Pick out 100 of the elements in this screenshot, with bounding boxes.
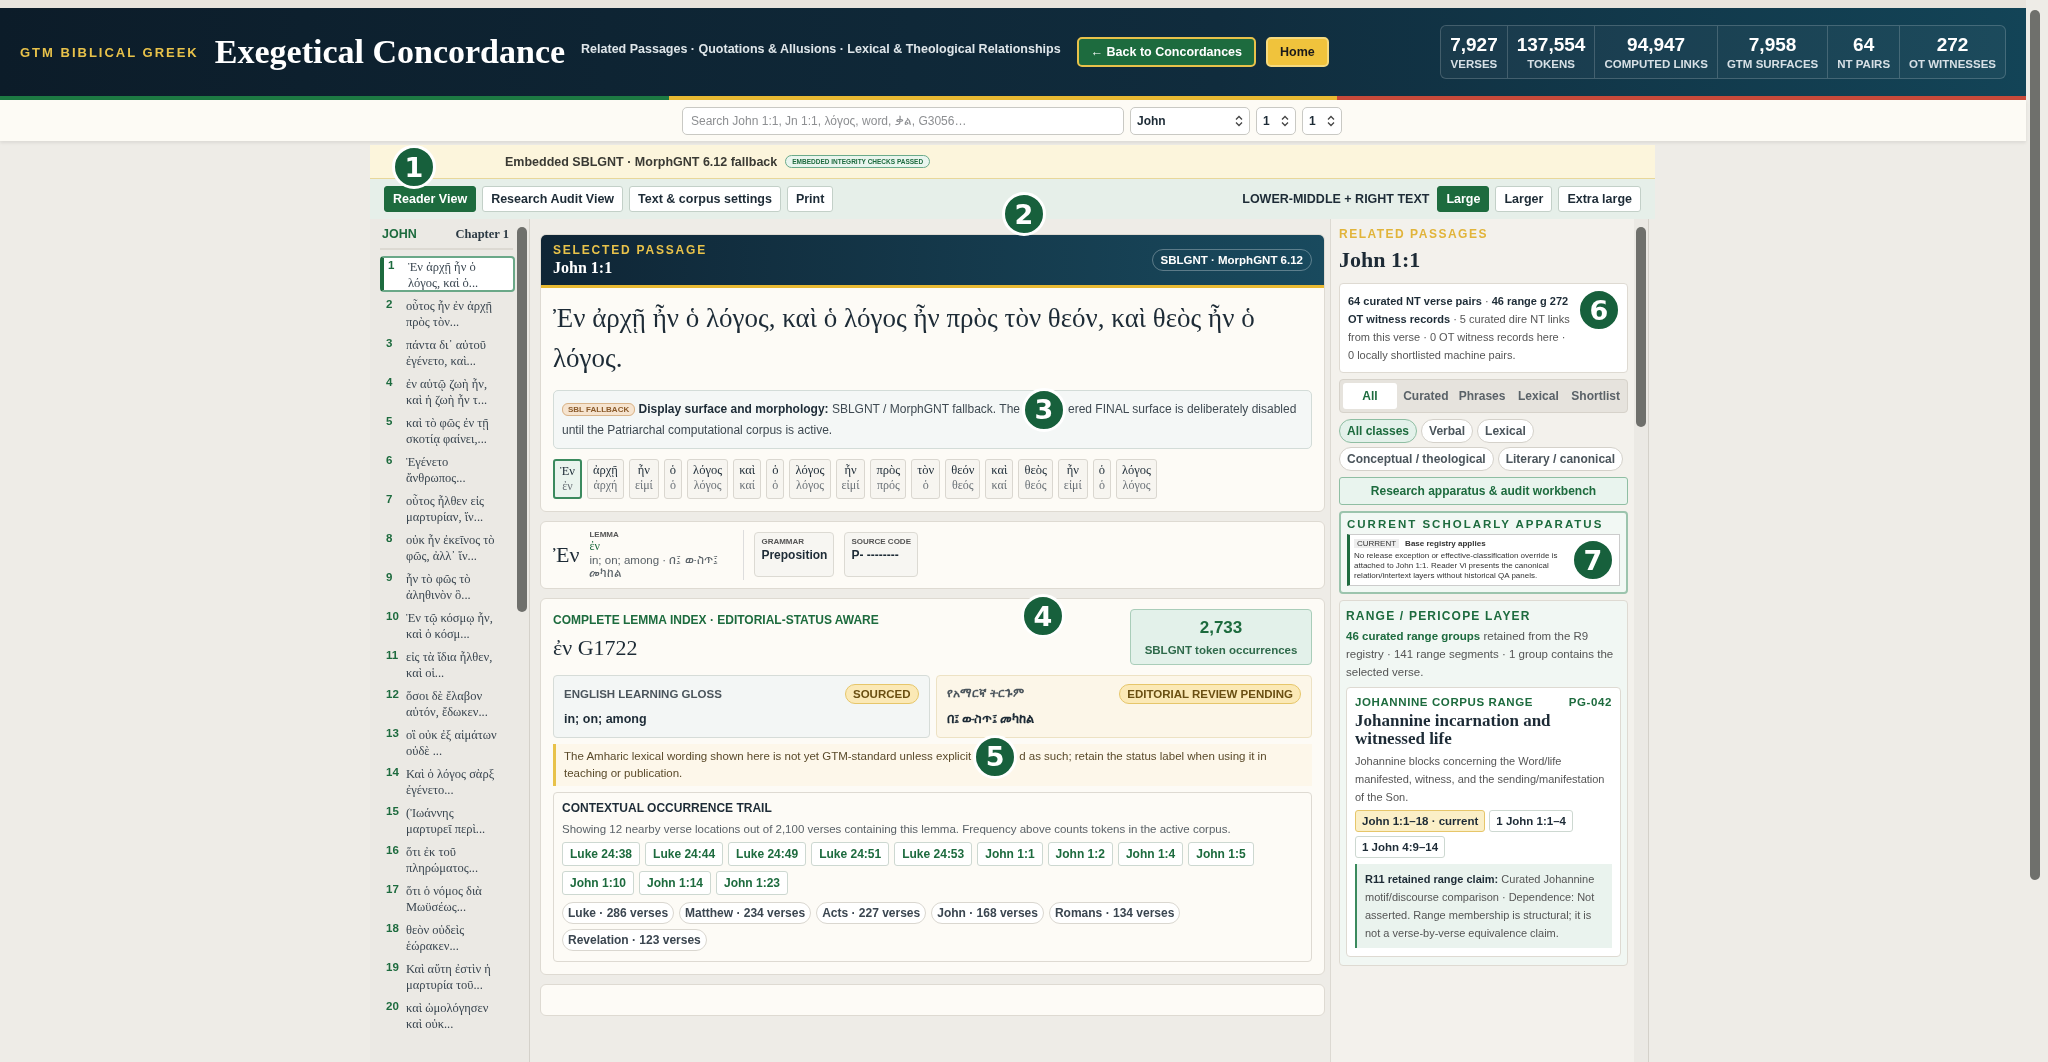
verse-item[interactable]: 14 Καὶ ὁ λόγος σὰρξ ἐγένετο... xyxy=(380,763,515,799)
text-size-button[interactable]: Extra large xyxy=(1558,186,1641,212)
word-token[interactable]: λόγος λόγος xyxy=(789,458,831,499)
stat-value: 272 xyxy=(1936,34,1969,56)
word-token[interactable]: ἦν εἰμί xyxy=(835,458,866,499)
view-tab[interactable]: Research Audit View xyxy=(482,186,624,212)
book-select[interactable]: John xyxy=(1130,106,1250,135)
word-token[interactable]: καὶ καί xyxy=(733,458,762,499)
lemma-caption: LEMMA xyxy=(589,529,620,539)
app-subtitle: Related Passages · Quotations & Allusions · Lexical & Theological Relationships xyxy=(581,42,1061,56)
range-title: RANGE / PERICOPE LAYER xyxy=(1346,609,1532,623)
status-badge: EDITORIAL REVIEW PENDING xyxy=(1119,683,1301,704)
range-chip[interactable]: 1 John 4:9–14 xyxy=(1355,836,1446,858)
verse-item[interactable]: 16 ὅτι ἐκ τοῦ πληρώματος... xyxy=(380,841,515,877)
home-button[interactable]: Home xyxy=(1266,37,1329,67)
verse-link[interactable]: John 1:23 xyxy=(716,870,789,895)
class-chip[interactable]: Verbal xyxy=(1421,419,1474,443)
verse-item[interactable]: 6 Ἐγένετο ἄνθρωπος... xyxy=(380,451,515,487)
verse-item[interactable]: 18 θεὸν οὐδεὶς ἑώρακεν... xyxy=(380,919,515,955)
filter-tab[interactable]: All xyxy=(1343,383,1397,409)
verse-item[interactable]: 8 οὐκ ἦν ἐκεῖνος τὸ φῶς, ἀλλ᾽ ἵν... xyxy=(380,529,515,565)
apparatus-title: CURRENT SCHOLARLY APPARATUS xyxy=(1347,518,1605,530)
verse-link[interactable]: John 1:10 xyxy=(562,870,634,895)
scrollbar-thumb[interactable] xyxy=(1636,227,1646,427)
book-count-chip: John · 168 verses xyxy=(931,901,1044,924)
morphology-field: SOURCE CODE P- -------- xyxy=(844,532,918,578)
related-reference: John 1:1 xyxy=(1339,247,1422,273)
class-chip[interactable]: Lexical xyxy=(1477,419,1534,443)
stepper-icon xyxy=(1281,114,1289,127)
stat-label: VERSES xyxy=(1450,58,1498,70)
stepper-icon xyxy=(1235,114,1243,127)
class-chip[interactable]: Literary / canonical xyxy=(1497,447,1624,471)
word-token[interactable]: τὸν ὁ xyxy=(911,458,941,499)
chapter-select[interactable]: 1 xyxy=(1256,106,1296,135)
verse-item[interactable]: 3 πάντα δι᾽ αὐτοῦ ἐγένετο, καὶ... xyxy=(380,334,515,370)
word-token[interactable]: λόγος λόγος xyxy=(1116,458,1158,499)
view-tab[interactable]: Reader View xyxy=(384,186,477,212)
word-token[interactable]: πρὸς πρός xyxy=(870,458,907,499)
verse-item[interactable]: 13 οἳ οὐκ ἐξ αἱμάτων οὐδὲ ... xyxy=(380,724,515,760)
book-count-chip: Matthew · 234 verses xyxy=(679,901,812,924)
verse-link[interactable]: John 1:5 xyxy=(1188,841,1254,866)
view-tab[interactable]: Text & corpus settings xyxy=(629,186,781,212)
filter-tab[interactable]: Curated xyxy=(1398,383,1453,409)
range-summary: 46 curated range groups retained from the R9 registry · 141 range segments · 1 group contains the selected verse. xyxy=(1346,629,1615,680)
word-token[interactable]: Ἐν ἐν xyxy=(553,458,582,499)
passage-eyebrow: SELECTED PASSAGE xyxy=(553,243,707,257)
filter-tab[interactable]: Shortlist xyxy=(1567,383,1624,409)
verse-item[interactable]: 7 οὗτος ἦλθεν εἰς μαρτυρίαν, ἵν... xyxy=(380,490,515,526)
view-tab[interactable]: Print xyxy=(786,186,834,212)
word-token[interactable]: ὁ ὁ xyxy=(766,458,785,499)
back-button[interactable]: ← Back to Concordances xyxy=(1076,37,1257,67)
verse-link[interactable]: John 1:2 xyxy=(1047,841,1113,866)
book-count-chip: Luke · 286 verses xyxy=(562,901,675,924)
filter-tab[interactable]: Phrases xyxy=(1454,383,1510,409)
verse-link[interactable]: Luke 24:44 xyxy=(645,841,724,866)
verse-item[interactable]: 1 Ἐν ἀρχῇ ἦν ὁ λόγος, καὶ ὁ... xyxy=(380,256,515,292)
verse-link[interactable]: John 1:1 xyxy=(977,841,1043,866)
verse-item[interactable]: 9 ἦν τὸ φῶς τὸ ἀληθινὸν ὃ... xyxy=(380,568,515,604)
verse-item[interactable]: 20 καὶ ὡμολόγησεν καὶ οὐκ... xyxy=(380,997,515,1033)
verse-item[interactable]: 2 οὗτος ἦν ἐν ἀρχῇ πρὸς τὸν... xyxy=(380,295,515,331)
text-size-label: LOWER-MIDDLE + RIGHT TEXT xyxy=(1242,192,1430,206)
lemma-text: ἐν xyxy=(589,538,601,554)
word-token[interactable]: λόγος λόγος xyxy=(687,458,729,499)
text-size-button[interactable]: Larger xyxy=(1495,186,1553,212)
book-label: JOHN xyxy=(382,227,417,242)
filter-tab[interactable]: Lexical xyxy=(1511,383,1566,409)
word-token[interactable]: ἀρχῇ ἀρχή xyxy=(587,458,624,499)
word-token[interactable]: ὁ ὁ xyxy=(663,458,683,499)
verse-item[interactable]: 17 ὅτι ὁ νόμος διὰ Μωϋσέως... xyxy=(380,880,515,916)
workbench-button[interactable]: Research apparatus & audit workbench xyxy=(1339,477,1628,505)
search-field[interactable]: Search John 1:1, Jn 1:1, λόγος, word, ቃል, G3056… xyxy=(682,106,1124,135)
word-token[interactable]: ὁ ὁ xyxy=(1092,458,1112,499)
word-token[interactable]: καὶ καί xyxy=(985,458,1014,499)
scrollbar-thumb[interactable] xyxy=(517,227,527,612)
verse-link[interactable]: Luke 24:51 xyxy=(811,841,890,866)
verse-link[interactable]: John 1:4 xyxy=(1117,841,1184,866)
word-token[interactable]: θεόν θεός xyxy=(945,458,981,499)
word-token[interactable]: θεὸς θεός xyxy=(1018,458,1053,499)
word-token[interactable]: ἦν εἰμί xyxy=(628,458,659,499)
range-chip[interactable]: John 1:1–18 · current xyxy=(1355,810,1486,832)
verse-link[interactable]: Luke 24:38 xyxy=(562,841,641,866)
verse-item[interactable]: 10 Ἐν τῷ κόσμῳ ἦν, καὶ ὁ κόσμ... xyxy=(380,607,515,643)
verse-select[interactable]: 1 xyxy=(1302,106,1342,135)
verse-link[interactable]: John 1:14 xyxy=(639,870,712,895)
verse-item[interactable]: 5 καὶ τὸ φῶς ἐν τῇ σκοτίᾳ φαίνει,... xyxy=(380,412,515,448)
verse-item[interactable]: 11 εἰς τὰ ἴδια ἦλθεν, καὶ οἱ... xyxy=(380,646,515,682)
range-chip[interactable]: 1 John 1:1–4 xyxy=(1489,810,1573,832)
word-token[interactable]: ἦν εἰμί xyxy=(1057,458,1088,499)
scrollbar-thumb[interactable] xyxy=(2030,10,2040,880)
class-chip[interactable]: Conceptual / theological xyxy=(1339,447,1494,471)
book-count-chip: Acts · 227 verses xyxy=(816,901,927,924)
text-size-button[interactable]: Large xyxy=(1437,186,1490,212)
verse-item[interactable]: 15 (Ἰωάννης μαρτυρεῖ περὶ... xyxy=(380,802,515,838)
verse-link[interactable]: Luke 24:49 xyxy=(728,841,807,866)
stat-value: 64 xyxy=(1853,34,1875,56)
verse-item[interactable]: 4 ἐν αὐτῷ ζωὴ ἦν, καὶ ἡ ζωὴ ἦν τ... xyxy=(380,373,515,409)
verse-item[interactable]: 12 ὅσοι δὲ ἔλαβον αὐτόν, ἔδωκεν... xyxy=(380,685,515,721)
verse-link[interactable]: Luke 24:53 xyxy=(894,841,973,866)
class-chip[interactable]: All classes xyxy=(1339,419,1418,443)
verse-item[interactable]: 19 Καὶ αὕτη ἐστὶν ἡ μαρτυρία τοῦ... xyxy=(380,958,515,994)
